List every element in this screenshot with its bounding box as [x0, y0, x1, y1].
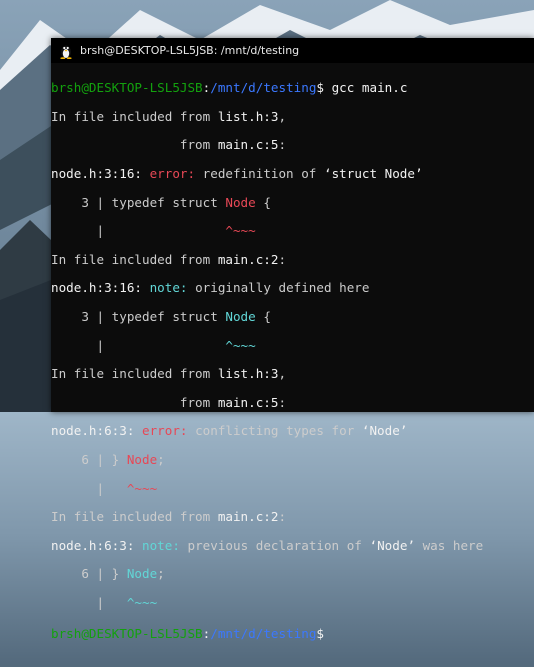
error-label: error:: [142, 423, 196, 439]
terminal-line: 3 | typedef struct Node {: [51, 309, 271, 325]
terminal-line: 6 | } Node;: [51, 566, 165, 582]
terminal-line: In file included from list.h:3,: [51, 108, 287, 124]
terminal-line: | ^~~~: [51, 594, 158, 610]
command-text: gcc main.c: [324, 80, 408, 96]
terminal-line[interactable]: brsh@DESKTOP-LSL5JSB:/mnt/d/testing$: [0, 625, 534, 641]
prompt-path: /mnt/d/testing: [210, 80, 317, 96]
terminal-line: node.h:3:16: note: originally defined he…: [51, 280, 370, 296]
prompt-user: brsh@DESKTOP-LSL5JSB: [51, 625, 203, 641]
title-bar[interactable]: brsh@DESKTOP-LSL5JSB: /mnt/d/testing: [51, 38, 534, 63]
terminal-output[interactable]: brsh@DESKTOP-LSL5JSB:/mnt/d/testing$ gcc…: [51, 63, 534, 667]
terminal-line: | ^~~~: [51, 480, 158, 496]
prompt-path: /mnt/d/testing: [210, 625, 317, 641]
terminal-line: | ^~~~: [51, 223, 256, 239]
tux-linux-icon: [60, 45, 72, 59]
text-cursor: [324, 625, 332, 638]
terminal-line: 6 | } Node;: [51, 452, 165, 468]
terminal-line: In file included from main.c:2:: [51, 251, 287, 267]
note-label: note:: [149, 280, 196, 296]
terminal-line: In file included from list.h:3,: [51, 366, 287, 382]
error-label: error:: [149, 166, 203, 182]
terminal-line: node.h:3:16: error: redefinition of ‘str…: [51, 166, 423, 182]
note-label: note:: [142, 537, 188, 553]
terminal-line: node.h:6:3: error: conflicting types for…: [51, 423, 408, 439]
terminal-line: brsh@DESKTOP-LSL5JSB:/mnt/d/testing$ gcc…: [51, 80, 408, 96]
terminal-line: from main.c:5:: [51, 394, 287, 410]
terminal-line: node.h:6:3: note: previous declaration o…: [51, 537, 484, 553]
window-title: brsh@DESKTOP-LSL5JSB: /mnt/d/testing: [80, 44, 300, 57]
terminal-line: 3 | typedef struct Node {: [51, 194, 271, 210]
terminal-line: In file included from main.c:2:: [51, 509, 287, 525]
terminal-line: from main.c:5:: [51, 137, 287, 153]
terminal-window[interactable]: brsh@DESKTOP-LSL5JSB: /mnt/d/testing brs…: [51, 38, 534, 640]
terminal-line: | ^~~~: [51, 337, 256, 353]
prompt-user: brsh@DESKTOP-LSL5JSB: [51, 80, 203, 96]
